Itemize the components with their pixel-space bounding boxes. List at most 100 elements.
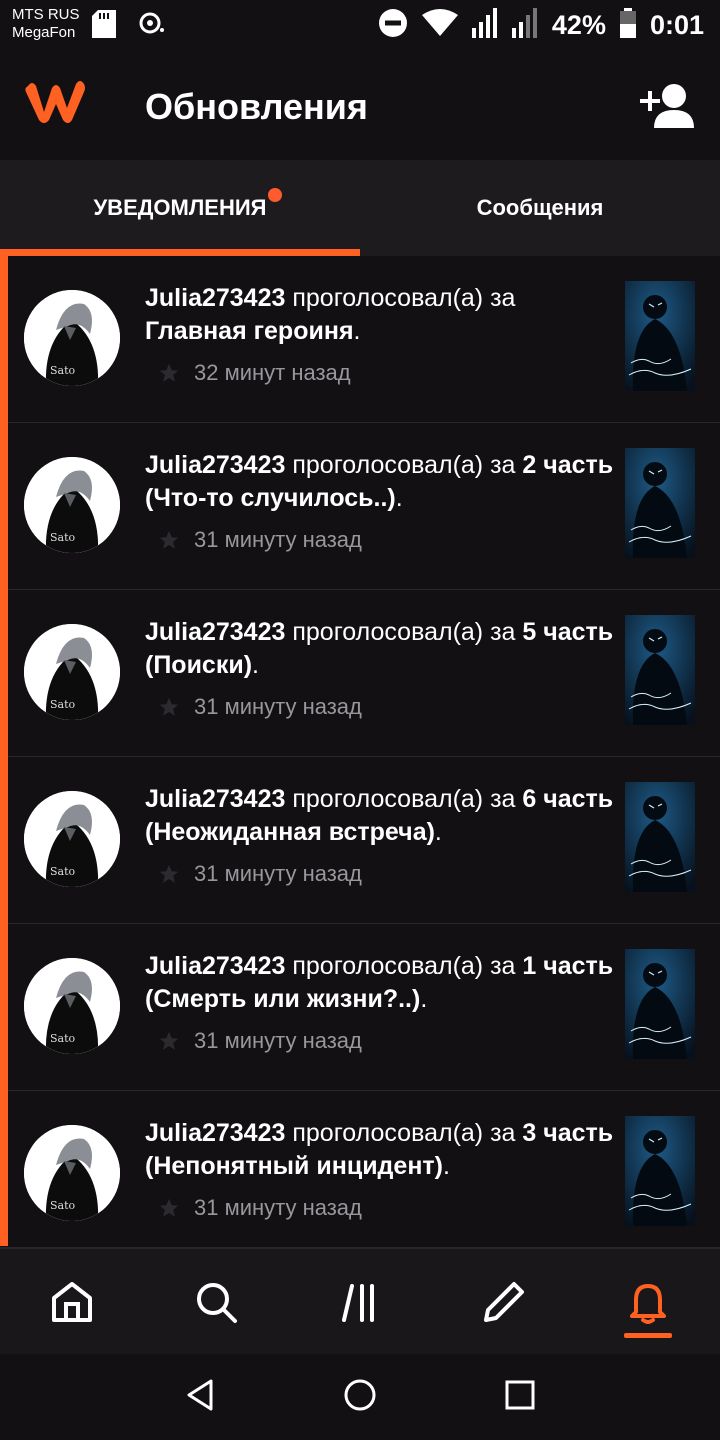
search-icon (197, 1282, 237, 1323)
notification-text: Julia273423 проголосовал(а) за 2 часть (… (145, 449, 615, 515)
action-text: проголосовал(а) за (285, 451, 523, 479)
action-text: проголосовал(а) за (285, 284, 516, 312)
svg-text:Sato: Sato (50, 865, 76, 878)
timestamp: 31 минуту назад (158, 1195, 362, 1221)
battery-percent: 42% (551, 9, 606, 40)
bottom-nav (0, 1247, 720, 1354)
avatar[interactable]: Sato (24, 290, 120, 386)
system-nav (0, 1354, 720, 1440)
username[interactable]: Julia273423 (145, 284, 285, 312)
page-title: Обновления (145, 86, 368, 127)
notification-row[interactable]: Sato Julia273423 проголосовал(а) за 2 ча… (8, 423, 720, 590)
tab-messages-label: Сообщения (476, 195, 604, 220)
text-end: . (252, 651, 259, 679)
timestamp-text: 31 минуту назад (194, 1195, 362, 1220)
story-cover[interactable] (625, 448, 695, 558)
text-end: . (353, 317, 361, 345)
status-right: 42% 0:01 (378, 6, 704, 44)
star-icon (159, 363, 179, 382)
add-user-icon[interactable] (640, 82, 696, 135)
write-icon (484, 1281, 524, 1322)
story-cover[interactable] (625, 949, 695, 1059)
notification-row[interactable]: Sato Julia273423 проголосовал(а) за 6 ча… (8, 757, 720, 924)
clock: 0:01 (649, 9, 704, 40)
timestamp-text: 31 минуту назад (194, 1028, 362, 1053)
avatar[interactable]: Sato (24, 1125, 120, 1221)
star-icon (159, 530, 179, 549)
story-cover[interactable] (625, 281, 695, 391)
timestamp-text: 31 минуту назад (194, 694, 362, 719)
svg-text:Sato: Sato (50, 1032, 76, 1045)
star-icon (159, 864, 179, 883)
carrier-label: MTS RUS MegaFon (12, 6, 80, 42)
timestamp-text: 31 минуту назад (194, 861, 362, 886)
nav-library[interactable] (320, 1262, 400, 1342)
notification-text: Julia273423 проголосовал(а) за 5 часть (… (145, 616, 615, 682)
home-button-icon[interactable] (343, 1378, 377, 1417)
notification-text: Julia273423 проголосовал(а) за 1 часть (… (145, 950, 615, 1016)
action-text: проголосовал(а) за (285, 1119, 523, 1147)
notification-row[interactable]: Sato Julia273423 проголосовал(а) за 5 ча… (8, 590, 720, 757)
app-header: Обновления (0, 60, 720, 160)
timestamp: 31 минуту назад (158, 861, 362, 887)
action-text: проголосовал(а) за (285, 785, 523, 813)
nav-search[interactable] (176, 1262, 256, 1342)
timestamp: 32 минут назад (158, 360, 351, 386)
unread-dot (268, 188, 282, 202)
battery-icon (619, 7, 636, 43)
notification-row[interactable]: Sato Julia273423 проголосовал(а) за Глав… (8, 256, 720, 423)
library-icon (342, 1283, 374, 1322)
carrier-line-1: MTS RUS (12, 6, 80, 23)
story-cover[interactable] (625, 1116, 695, 1226)
notification-row[interactable]: Sato Julia273423 проголосовал(а) за 3 ча… (8, 1091, 720, 1258)
nav-home[interactable] (32, 1262, 112, 1342)
sync-icon (138, 10, 166, 41)
back-icon[interactable] (185, 1379, 215, 1416)
tabs: УВЕДОМЛЕНИЯ Сообщения (0, 160, 720, 256)
svg-text:Sato: Sato (50, 1199, 76, 1212)
notification-text: Julia273423 проголосовал(а) за 6 часть (… (145, 783, 615, 849)
timestamp: 31 минуту назад (158, 527, 362, 553)
story-cover[interactable] (625, 615, 695, 725)
status-bar: MTS RUS MegaFon 42% 0:01 (0, 0, 720, 50)
username[interactable]: Julia273423 (145, 952, 285, 980)
svg-text:Sato: Sato (50, 531, 76, 544)
username[interactable]: Julia273423 (145, 1119, 285, 1147)
tab-messages[interactable]: Сообщения (360, 160, 720, 256)
wifi-icon (421, 8, 458, 42)
avatar[interactable]: Sato (24, 958, 120, 1054)
avatar[interactable]: Sato (24, 624, 120, 720)
star-icon (159, 1031, 179, 1050)
home-icon (52, 1281, 92, 1322)
recents-icon[interactable] (505, 1380, 535, 1415)
signal-icon (511, 7, 538, 43)
action-text: проголосовал(а) за (285, 952, 523, 980)
signal-icon (471, 7, 498, 43)
username[interactable]: Julia273423 (145, 785, 285, 813)
timestamp: 31 минуту назад (158, 1028, 362, 1054)
notification-text: Julia273423 проголосовал(а) за 3 часть (… (145, 1117, 615, 1183)
nav-write[interactable] (464, 1262, 544, 1342)
star-icon (159, 697, 179, 716)
notification-list: Sato Julia273423 проголосовал(а) за Глав… (0, 256, 720, 1258)
story-cover[interactable] (625, 782, 695, 892)
timestamp-text: 32 минут назад (194, 360, 351, 385)
nav-notifications[interactable] (608, 1262, 688, 1342)
dnd-icon (378, 8, 408, 43)
text-end: . (395, 484, 403, 512)
wattpad-logo[interactable] (22, 78, 88, 131)
avatar[interactable]: Sato (24, 791, 120, 887)
text-end: . (420, 985, 428, 1013)
carrier-line-2: MegaFon (12, 24, 76, 41)
timestamp: 31 минуту назад (158, 694, 362, 720)
username[interactable]: Julia273423 (145, 618, 285, 646)
story-title[interactable]: Главная героиня (145, 317, 354, 345)
notification-row[interactable]: Sato Julia273423 проголосовал(а) за 1 ча… (8, 924, 720, 1091)
tab-notifications[interactable]: УВЕДОМЛЕНИЯ (0, 160, 360, 256)
text-end: . (434, 818, 442, 846)
avatar[interactable]: Sato (24, 457, 120, 553)
svg-text:Sato: Sato (50, 698, 76, 711)
text-end: . (443, 1152, 450, 1180)
username[interactable]: Julia273423 (145, 451, 285, 479)
notifications-icon (630, 1283, 666, 1324)
